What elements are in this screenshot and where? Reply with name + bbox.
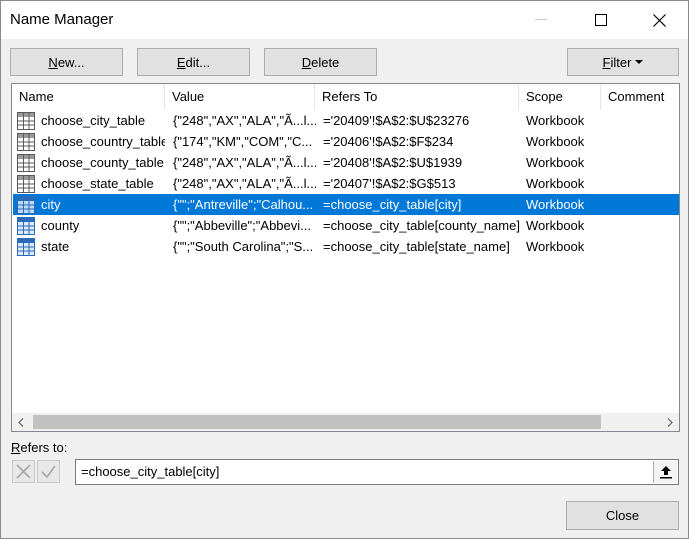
table-row[interactable]: choose_country_table {"174","KM","COM","C… [13, 131, 679, 152]
scrollbar-thumb[interactable] [33, 415, 601, 429]
refers-access-key: R [11, 440, 21, 455]
column-header-comment[interactable]: Comment [601, 84, 679, 110]
column-header-name[interactable]: Name [12, 84, 165, 110]
dropdown-arrow-icon [635, 59, 644, 64]
cell-name: city [41, 197, 61, 212]
cell-scope: Workbook [526, 176, 585, 191]
table-row[interactable]: city {"";"Antreville";"Calhou... =choose_c… [13, 194, 679, 215]
dialog-title: Name Manager [10, 11, 114, 28]
refers-to-label: Refers to: [11, 440, 67, 455]
commit-edit-button [37, 460, 60, 483]
close-window-button[interactable] [636, 1, 682, 39]
delete-label: elete [311, 54, 340, 70]
checkmark-icon [41, 465, 56, 479]
cell-value: {"";"South Carolina";"S... [173, 239, 314, 254]
refers-to-value[interactable]: =choose_city_table[city] [81, 460, 219, 484]
cell-refers-to: =choose_city_table[city] [323, 197, 462, 212]
close-button[interactable]: Close [566, 501, 679, 530]
table-row[interactable]: choose_city_table {"248","AX","ALA","Ã...… [13, 110, 679, 131]
cell-scope: Workbook [526, 239, 585, 254]
cell-value: {"248","AX","ALA","Ã...l... [173, 113, 316, 128]
cancel-edit-button [12, 460, 35, 483]
cell-name: choose_city_table [41, 113, 146, 128]
title-bar: Name Manager [1, 1, 688, 39]
filter-button[interactable]: Filter [567, 48, 679, 76]
edit-button[interactable]: Edit... [137, 48, 250, 76]
new-button[interactable]: New... [10, 48, 123, 76]
column-header-refers-to[interactable]: Refers To [315, 84, 519, 110]
list-header: Name Value Refers To Scope Comment [12, 84, 679, 110]
table-icon [17, 154, 35, 172]
table-icon [17, 133, 35, 151]
chevron-right-icon [667, 417, 673, 427]
cell-value: {"248","AX","ALA","Ã...l... [173, 176, 316, 191]
maximize-icon [595, 14, 607, 26]
chevron-left-icon [18, 417, 24, 427]
cell-comment [608, 152, 678, 173]
cell-name: county [41, 218, 80, 233]
cell-name: choose_county_table [41, 155, 164, 170]
close-icon [652, 13, 666, 27]
names-list[interactable]: Name Value Refers To Scope Comment choos… [11, 83, 680, 432]
cell-comment [608, 194, 678, 215]
filter-label: ilter [610, 54, 632, 70]
filter-access-key: F [602, 54, 611, 70]
name-icon [17, 217, 35, 235]
name-manager-dialog: Name Manager New... Edit... Delete Filte… [0, 0, 689, 539]
cell-comment [608, 215, 678, 236]
refers-to-input[interactable]: =choose_city_table[city] [75, 459, 679, 485]
table-row[interactable]: state {"";"South Carolina";"S... =choose_c… [13, 236, 679, 257]
cell-name: choose_state_table [41, 176, 154, 191]
cell-scope: Workbook [526, 155, 585, 170]
name-icon [17, 196, 35, 214]
minimize-icon [535, 19, 547, 20]
cell-refers-to: ='20408'!$A$2:$U$1939 [323, 155, 463, 170]
maximize-button[interactable] [578, 1, 624, 39]
refers-label-text: efers to: [20, 440, 68, 455]
edit-label: dit... [185, 54, 211, 70]
cell-value: {"248","AX","ALA","Ã...l... [173, 155, 316, 170]
cell-scope: Workbook [526, 218, 585, 233]
table-icon [17, 175, 35, 193]
delete-access-key: D [301, 54, 312, 70]
table-row[interactable]: choose_state_table {"248","AX","ALA","Ã..… [13, 173, 679, 194]
edit-access-key: E [176, 54, 186, 70]
cell-refers-to: ='20407'!$A$2:$G$513 [323, 176, 456, 191]
cell-scope: Workbook [526, 197, 585, 212]
table-row[interactable]: choose_county_table {"248","AX","ALA","Ã.… [13, 152, 679, 173]
cell-name: state [41, 239, 70, 254]
cell-scope: Workbook [526, 113, 585, 128]
cell-value: {"";"Antreville";"Calhou... [173, 197, 314, 212]
horizontal-scrollbar[interactable] [12, 413, 679, 431]
close-label: Close [605, 508, 640, 523]
x-icon [16, 464, 31, 479]
cell-comment [608, 110, 678, 131]
cell-comment [608, 173, 678, 194]
cell-refers-to: ='20409'!$A$2:$U$23276 [323, 113, 470, 128]
column-header-value[interactable]: Value [165, 84, 315, 110]
cell-refers-to: =choose_city_table[county_name] [323, 218, 520, 233]
cell-scope: Workbook [526, 134, 585, 149]
new-access-key: N [48, 54, 58, 70]
cell-comment [608, 236, 678, 257]
column-header-scope[interactable]: Scope [519, 84, 601, 110]
cell-name: choose_country_table [41, 134, 165, 149]
cell-value: {"174","KM","COM","C... [173, 134, 313, 149]
table-row[interactable]: county {"";"Abbeville";"Abbevi... =choose_… [13, 215, 679, 236]
cell-comment [608, 131, 678, 152]
collapse-dialog-button[interactable] [653, 461, 677, 483]
name-icon [17, 238, 35, 256]
cell-value: {"";"Abbeville";"Abbevi... [173, 218, 311, 233]
minimize-button [518, 1, 564, 39]
scroll-left-arrow[interactable] [12, 413, 30, 431]
cell-refers-to: ='20406'!$A$2:$F$234 [323, 134, 454, 149]
new-label: ew... [57, 54, 85, 70]
cell-refers-to: =choose_city_table[state_name] [323, 239, 510, 254]
scroll-right-arrow[interactable] [661, 413, 679, 431]
delete-button[interactable]: Delete [264, 48, 377, 76]
table-icon [17, 112, 35, 130]
collapse-dialog-icon [659, 466, 672, 479]
